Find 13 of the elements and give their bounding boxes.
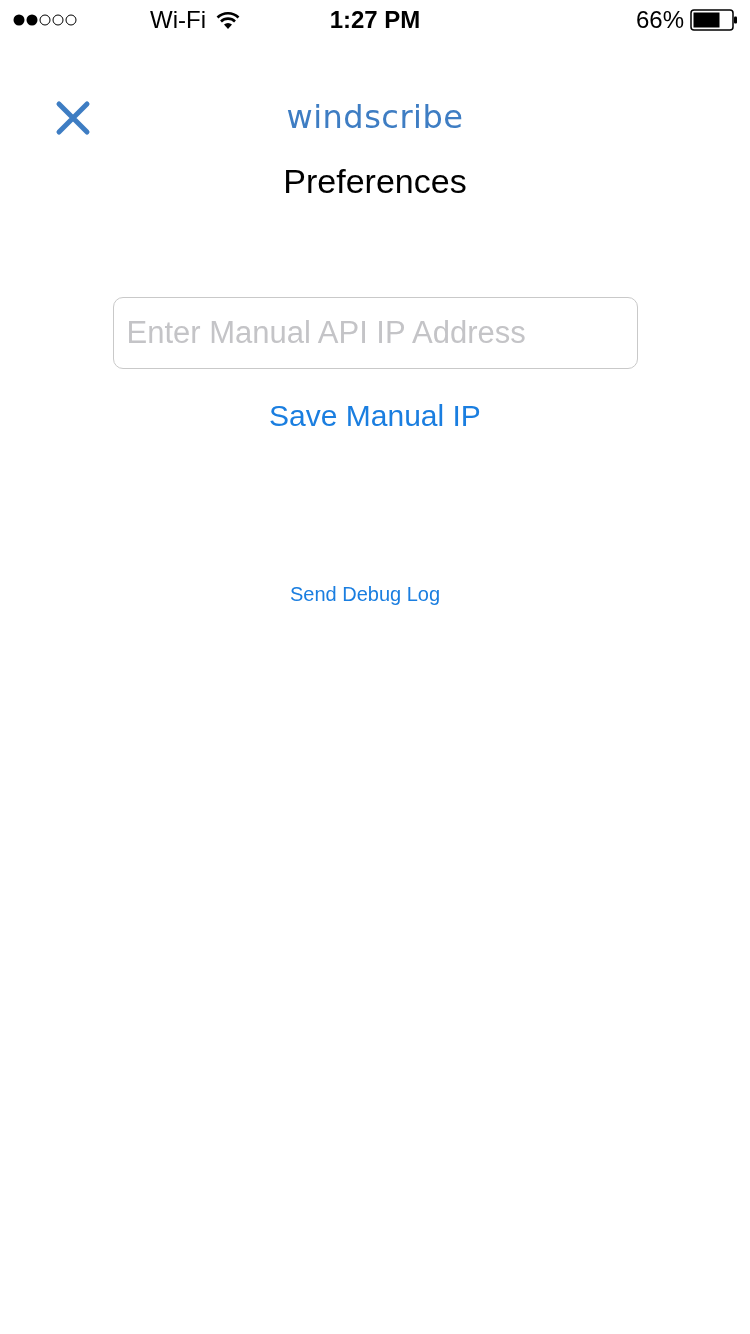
status-time: 1:27 PM — [329, 6, 421, 33]
ip-address-field[interactable]: Enter Manual API IP Address — [112, 297, 638, 369]
signal-icon — [12, 13, 80, 27]
close-icon — [55, 100, 91, 136]
save-manual-ip-button[interactable]: Save Manual IP — [261, 395, 489, 437]
send-debug-log-link[interactable]: Send Debug Log — [285, 581, 445, 608]
logo: windscribe — [286, 98, 464, 136]
battery-icon — [690, 9, 738, 31]
wifi-icon — [215, 11, 240, 29]
carrier-label: Wi-Fi — [150, 6, 206, 34]
battery-percent: 66% — [635, 6, 684, 34]
close-button[interactable] — [55, 100, 91, 136]
page-title: Preferences — [282, 162, 468, 201]
